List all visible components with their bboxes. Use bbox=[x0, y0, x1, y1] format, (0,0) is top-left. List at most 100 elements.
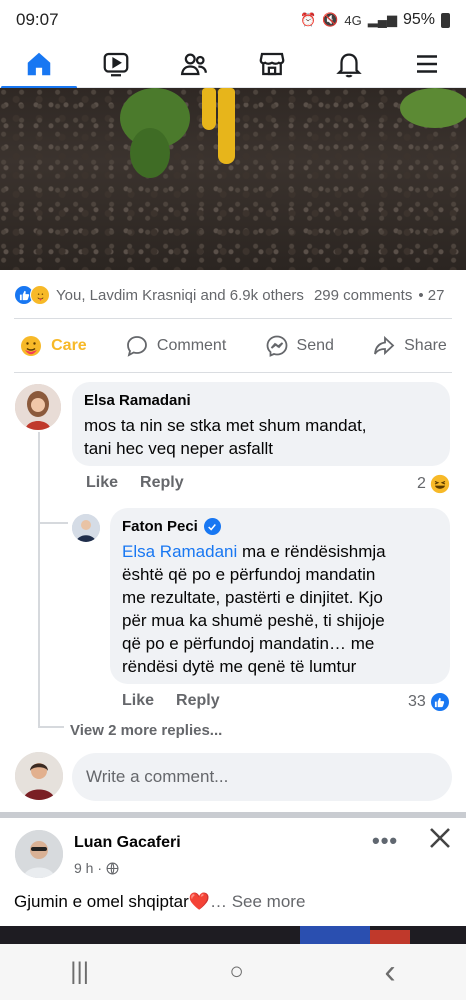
reply-line-text: ma e rëndësishmja bbox=[237, 542, 386, 561]
more-options-icon[interactable]: ••• bbox=[372, 828, 398, 854]
reactions-summary[interactable]: You, Lavdim Krasniqi and 6.9k others 299… bbox=[14, 282, 466, 308]
reaction-icons bbox=[14, 285, 50, 305]
messenger-icon bbox=[266, 335, 287, 357]
plant-shape bbox=[400, 88, 466, 128]
post-image[interactable] bbox=[0, 926, 466, 944]
reply-line: rëndësi dytë me qenë të lumtur bbox=[122, 657, 357, 676]
send-button[interactable]: Send bbox=[265, 334, 334, 358]
plant-shape bbox=[130, 128, 170, 178]
comment-icon bbox=[127, 336, 147, 357]
reply-line: me rezultate, pastërti e dinjitet. Kjo bbox=[122, 588, 383, 607]
avatar[interactable] bbox=[15, 384, 61, 430]
marketplace-icon bbox=[259, 52, 285, 75]
share-label: Share bbox=[404, 337, 447, 354]
heart-emoji: ❤️ bbox=[188, 892, 210, 911]
reply-author-row: Faton Peci bbox=[122, 518, 438, 535]
comment-label: Comment bbox=[156, 337, 227, 354]
send-label: Send bbox=[296, 337, 334, 354]
divider bbox=[14, 372, 452, 373]
laugh-reaction-icon bbox=[430, 474, 450, 494]
care-label: Care bbox=[51, 337, 87, 354]
avatar[interactable] bbox=[15, 752, 63, 800]
recents-button[interactable]: ||| bbox=[70, 958, 89, 986]
verified-badge-icon bbox=[203, 518, 221, 535]
comment-actions: Like Reply bbox=[86, 474, 184, 492]
close-icon[interactable] bbox=[428, 826, 452, 856]
share-button[interactable]: Share bbox=[372, 334, 447, 358]
comment-line: mos ta nin se stka met shum mandat, bbox=[84, 416, 367, 435]
comment-bubble[interactable]: Elsa Ramadani mos ta nin se stka met shu… bbox=[72, 382, 450, 466]
comment-author[interactable]: Elsa Ramadani bbox=[84, 392, 438, 409]
avatar[interactable] bbox=[72, 514, 100, 542]
boot-shape bbox=[202, 88, 216, 130]
care-emoji-icon bbox=[21, 336, 42, 356]
post-photo[interactable] bbox=[0, 88, 466, 270]
android-navigation-bar: ||| ○ ‹ bbox=[0, 944, 466, 1000]
comments-count[interactable]: 299 comments bbox=[314, 287, 412, 304]
like-reaction-icon bbox=[429, 692, 450, 712]
menu-icon bbox=[417, 54, 438, 73]
reply-line: që po e përfundoj mandatin… me bbox=[122, 634, 375, 653]
care-button[interactable]: Care bbox=[19, 334, 87, 358]
top-navigation bbox=[0, 40, 466, 89]
care-reaction-icon bbox=[30, 285, 50, 305]
signal-icon: ▂▄▆ bbox=[367, 12, 397, 27]
reactions-text: You, Lavdim Krasniqi and 6.9k others bbox=[56, 286, 304, 304]
status-time: 09:07 bbox=[16, 10, 59, 29]
mention-link[interactable]: Elsa Ramadani bbox=[122, 542, 237, 561]
home-button[interactable]: ○ bbox=[229, 958, 244, 986]
mute-icon: 🔇 bbox=[322, 12, 339, 27]
reply-reactions[interactable]: 33 bbox=[408, 692, 450, 712]
reply-button[interactable]: Reply bbox=[176, 692, 220, 710]
comment-line: tani hec veq neper asfallt bbox=[84, 439, 274, 458]
reaction-count: 33 bbox=[408, 693, 426, 710]
feed-separator bbox=[0, 812, 466, 818]
post-caption: Gjumin e omel shqiptar bbox=[14, 892, 189, 911]
network-label: 4G bbox=[344, 12, 362, 28]
friends-icon bbox=[181, 53, 208, 75]
image-accent bbox=[300, 926, 370, 944]
see-more-link[interactable]: … See more bbox=[210, 892, 305, 911]
divider bbox=[14, 318, 452, 319]
thread-line bbox=[38, 432, 40, 728]
tab-home[interactable] bbox=[0, 42, 77, 89]
reply-line: për mua ka shumë peshë, ti shijoje bbox=[122, 611, 385, 630]
tab-menu[interactable] bbox=[397, 42, 457, 86]
reply-button[interactable]: Reply bbox=[140, 474, 184, 492]
back-button[interactable]: ‹ bbox=[384, 953, 395, 992]
image-accent bbox=[370, 930, 410, 944]
comment-text: mos ta nin se stka met shum mandat, tani… bbox=[84, 414, 438, 460]
reply-actions: Like Reply bbox=[122, 692, 220, 710]
avatar[interactable] bbox=[15, 830, 63, 878]
tab-friends[interactable] bbox=[164, 42, 224, 86]
post-author[interactable]: Luan Gacaferi bbox=[74, 834, 181, 852]
view-more-replies-link[interactable]: View 2 more replies... bbox=[70, 722, 222, 739]
status-icons: ⏰ 🔇 4G ▂▄▆ 95% bbox=[300, 11, 450, 29]
reply-text: Elsa Ramadani ma e rëndësishmja është që… bbox=[122, 540, 438, 678]
reply-bubble[interactable]: Faton Peci Elsa Ramadani ma e rëndësishm… bbox=[110, 508, 450, 684]
like-button[interactable]: Like bbox=[122, 692, 154, 710]
like-button[interactable]: Like bbox=[86, 474, 118, 492]
post-actions: Care Comment Send Share bbox=[0, 326, 466, 366]
tab-notifications[interactable] bbox=[319, 42, 379, 86]
notifications-icon bbox=[336, 52, 363, 77]
reply-author[interactable]: Faton Peci bbox=[122, 518, 198, 535]
comment-input[interactable]: Write a comment... bbox=[72, 753, 452, 801]
comment-button[interactable]: Comment bbox=[125, 334, 226, 358]
battery-icon bbox=[441, 12, 450, 28]
alarm-icon: ⏰ bbox=[300, 12, 317, 27]
thread-line bbox=[38, 522, 68, 524]
reply-line: është që po e përfundoj mandatin bbox=[122, 565, 376, 584]
tab-marketplace[interactable] bbox=[242, 42, 302, 86]
post-timestamp: 9 h · bbox=[74, 860, 119, 876]
tab-video[interactable] bbox=[86, 42, 146, 86]
video-icon bbox=[104, 52, 129, 76]
boot-shape bbox=[218, 88, 235, 164]
comment-reactions[interactable]: 2 bbox=[417, 474, 450, 494]
shares-count[interactable]: • 27 bbox=[418, 287, 444, 304]
reaction-count: 2 bbox=[417, 475, 426, 492]
thread-line bbox=[38, 726, 64, 728]
post-text: Gjumin e omel shqiptar❤️… See more bbox=[14, 892, 305, 912]
globe-icon bbox=[106, 862, 119, 874]
reply-line: Elsa Ramadani ma e rëndësishmja bbox=[122, 540, 438, 563]
